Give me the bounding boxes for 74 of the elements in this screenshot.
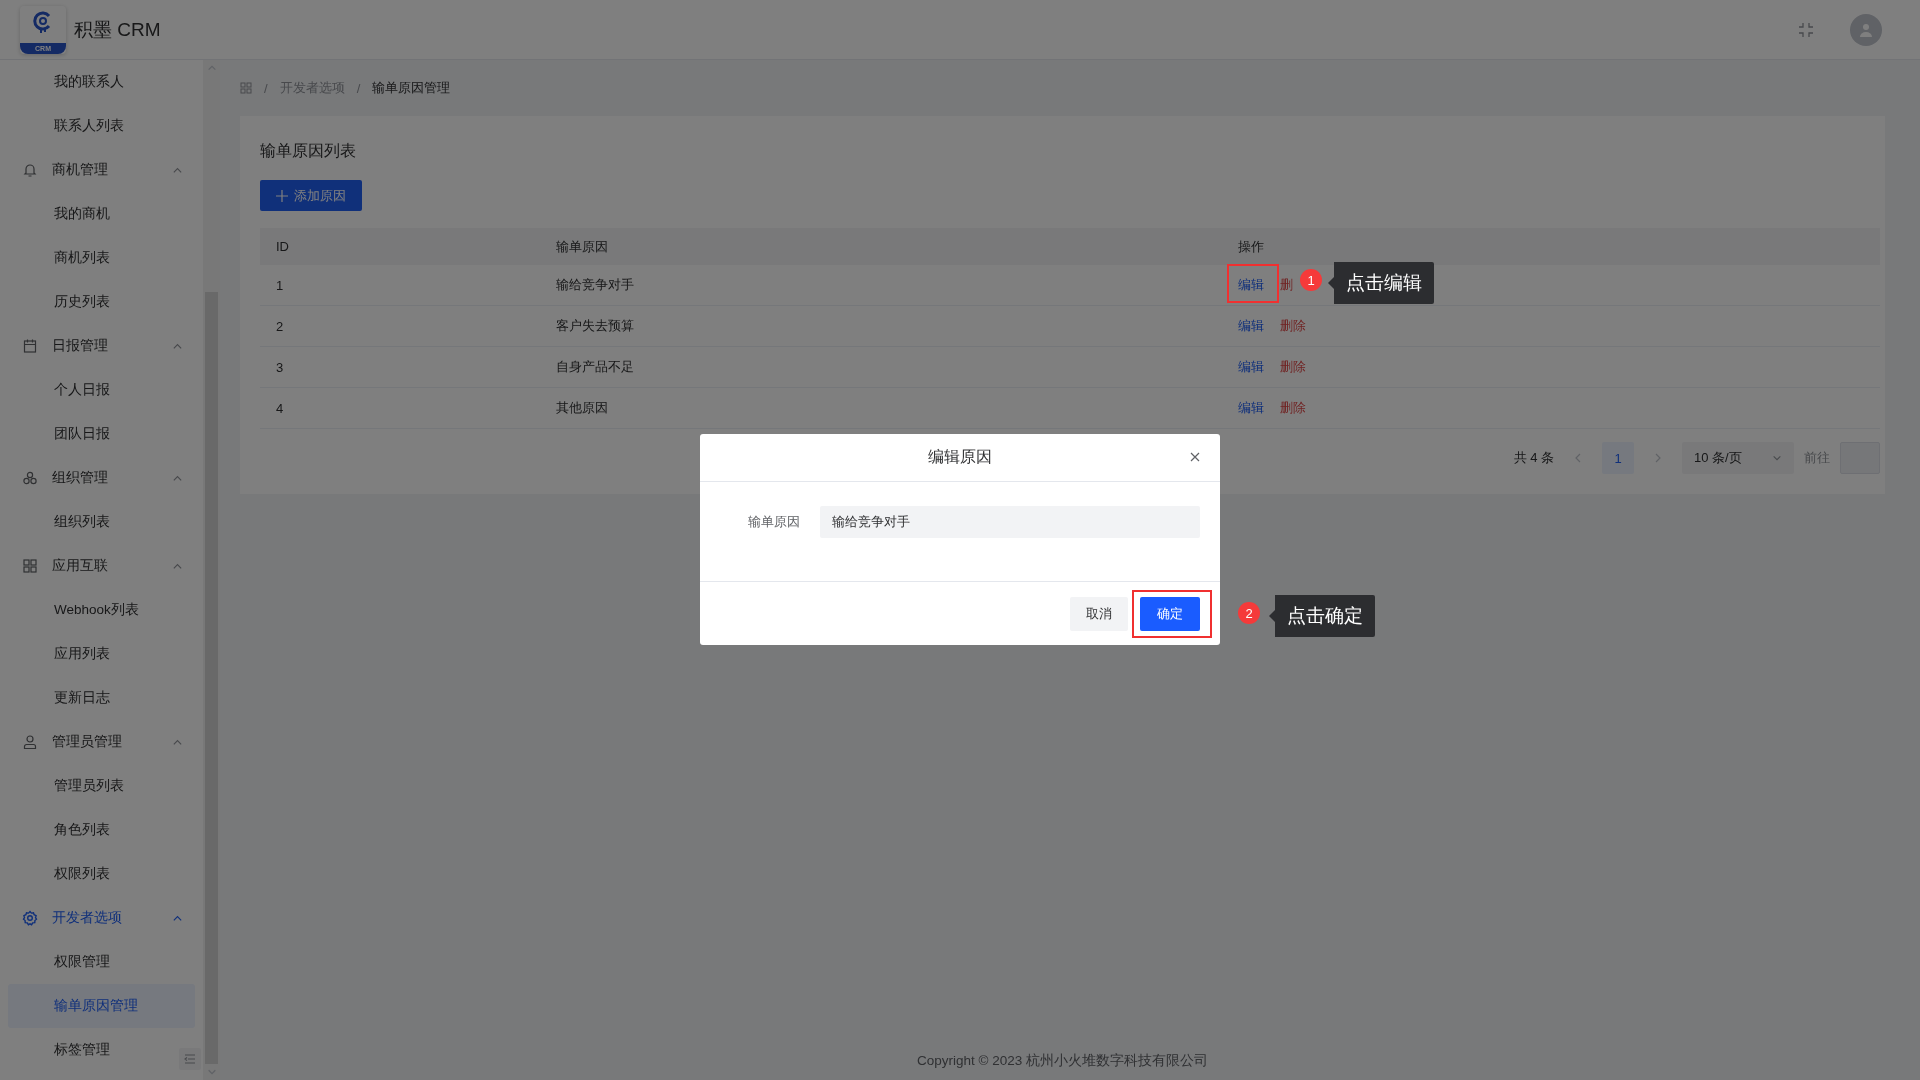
sidebar-item[interactable]: 历史列表 (8, 280, 177, 324)
table-cell: 2 (260, 305, 540, 347)
total-count: 共 4 条 (1513, 449, 1554, 467)
step-tooltip: 点击编辑 (1328, 262, 1434, 304)
copyright-text: Copyright © 2023 杭州小火堆数字科技有限公司 (916, 1052, 1209, 1070)
table-cell: 自身产品不足 (540, 346, 1222, 388)
brand-name: 积墨 CRM (74, 17, 161, 42)
sidebar-item[interactable]: 组织列表 (8, 500, 177, 544)
edit-link[interactable]: 编辑 (1238, 277, 1264, 292)
sidebar-item[interactable]: 标签管理 (8, 1028, 177, 1072)
plus-icon (276, 189, 288, 202)
gear-icon (22, 910, 38, 926)
delete-link[interactable]: 删除 (1280, 400, 1306, 415)
fullscreen-icon[interactable] (1798, 21, 1814, 38)
card-title: 输单原因列表 (260, 142, 357, 160)
step-tooltip: 点击确定 (1269, 595, 1375, 637)
collapse-icon[interactable] (179, 1048, 201, 1070)
sidebar-group[interactable]: 日报管理 (8, 324, 195, 368)
table-cell: 客户失去预算 (540, 305, 1222, 347)
sidebar-group[interactable]: 开发者选项 (8, 896, 195, 940)
sidebar-item[interactable]: 权限管理 (8, 940, 177, 984)
home-grid-icon[interactable] (240, 82, 252, 94)
delete-link[interactable]: 删除 (1280, 359, 1306, 374)
sidebar-item[interactable]: 商机列表 (8, 236, 177, 280)
dialog-title: 编辑原因 (928, 447, 992, 467)
table-cell: 其他原因 (540, 387, 1222, 429)
table-cell: 4 (260, 387, 540, 429)
caret-icon (1772, 453, 1782, 463)
cancel-button[interactable]: 取消 (1070, 596, 1128, 631)
table-cell: 3 (260, 346, 540, 388)
sidebar-item[interactable]: 输单原因管理 (8, 984, 195, 1028)
sidebar-item[interactable]: Webhook列表 (8, 588, 177, 632)
sidebar-item[interactable]: 个人日报 (8, 368, 177, 412)
table-cell: 1 (260, 265, 540, 306)
close-icon[interactable] (1190, 452, 1200, 462)
column-header: 操作 (1222, 228, 1880, 265)
delete-link[interactable]: 删除 (1280, 318, 1306, 333)
sidebar-item[interactable]: 管理员列表 (8, 764, 177, 808)
sidebar-group[interactable]: 应用互联 (8, 544, 195, 588)
breadcrumb-separator: / (264, 80, 268, 96)
column-header: 输单原因 (540, 228, 1222, 265)
sidebar-item[interactable]: 联系人列表 (8, 104, 177, 148)
page-number[interactable]: 1 (1602, 442, 1634, 474)
reason-input-field[interactable]: 输给竞争对手 (820, 506, 1200, 538)
field-label: 输单原因 (748, 513, 801, 531)
sidebar-item[interactable]: 我的商机 (8, 192, 177, 236)
circles-icon (22, 470, 38, 486)
sidebar-item[interactable]: 我的联系人 (8, 60, 177, 104)
step-badge: 2 (1238, 602, 1260, 624)
user-icon (22, 734, 38, 750)
delete-link[interactable]: 删 (1280, 277, 1293, 292)
sidebar-item[interactable]: 更新日志 (8, 676, 177, 720)
confirm-button[interactable]: 确定 (1140, 596, 1200, 631)
grid-icon (22, 558, 38, 574)
add-button[interactable]: 添加原因 (260, 180, 362, 211)
sidebar-item[interactable]: 应用列表 (8, 632, 177, 676)
breadcrumb-separator: / (356, 80, 361, 96)
user-avatar[interactable] (1850, 13, 1882, 46)
edit-link[interactable]: 编辑 (1238, 318, 1264, 333)
sidebar-group[interactable]: 组织管理 (8, 456, 195, 500)
sidebar-item[interactable]: 角色列表 (8, 808, 177, 852)
calendar-icon (22, 338, 38, 354)
page-size-select[interactable]: 10 条/页 (1682, 442, 1794, 474)
edit-link[interactable]: 编辑 (1238, 359, 1264, 374)
sidebar-group[interactable]: 商机管理 (8, 148, 195, 192)
highlight-frame (1227, 264, 1279, 303)
bell-icon (22, 162, 38, 178)
breadcrumb-item[interactable]: 输单原因管理 (372, 79, 451, 97)
edit-link[interactable]: 编辑 (1238, 400, 1264, 415)
table-cell: 输给竞争对手 (540, 265, 1222, 306)
sidebar-item[interactable]: 团队日报 (8, 412, 177, 456)
sidebar-item[interactable]: 权限列表 (8, 852, 177, 896)
sidebar-group[interactable]: 管理员管理 (8, 720, 195, 764)
column-header: ID (260, 228, 540, 265)
